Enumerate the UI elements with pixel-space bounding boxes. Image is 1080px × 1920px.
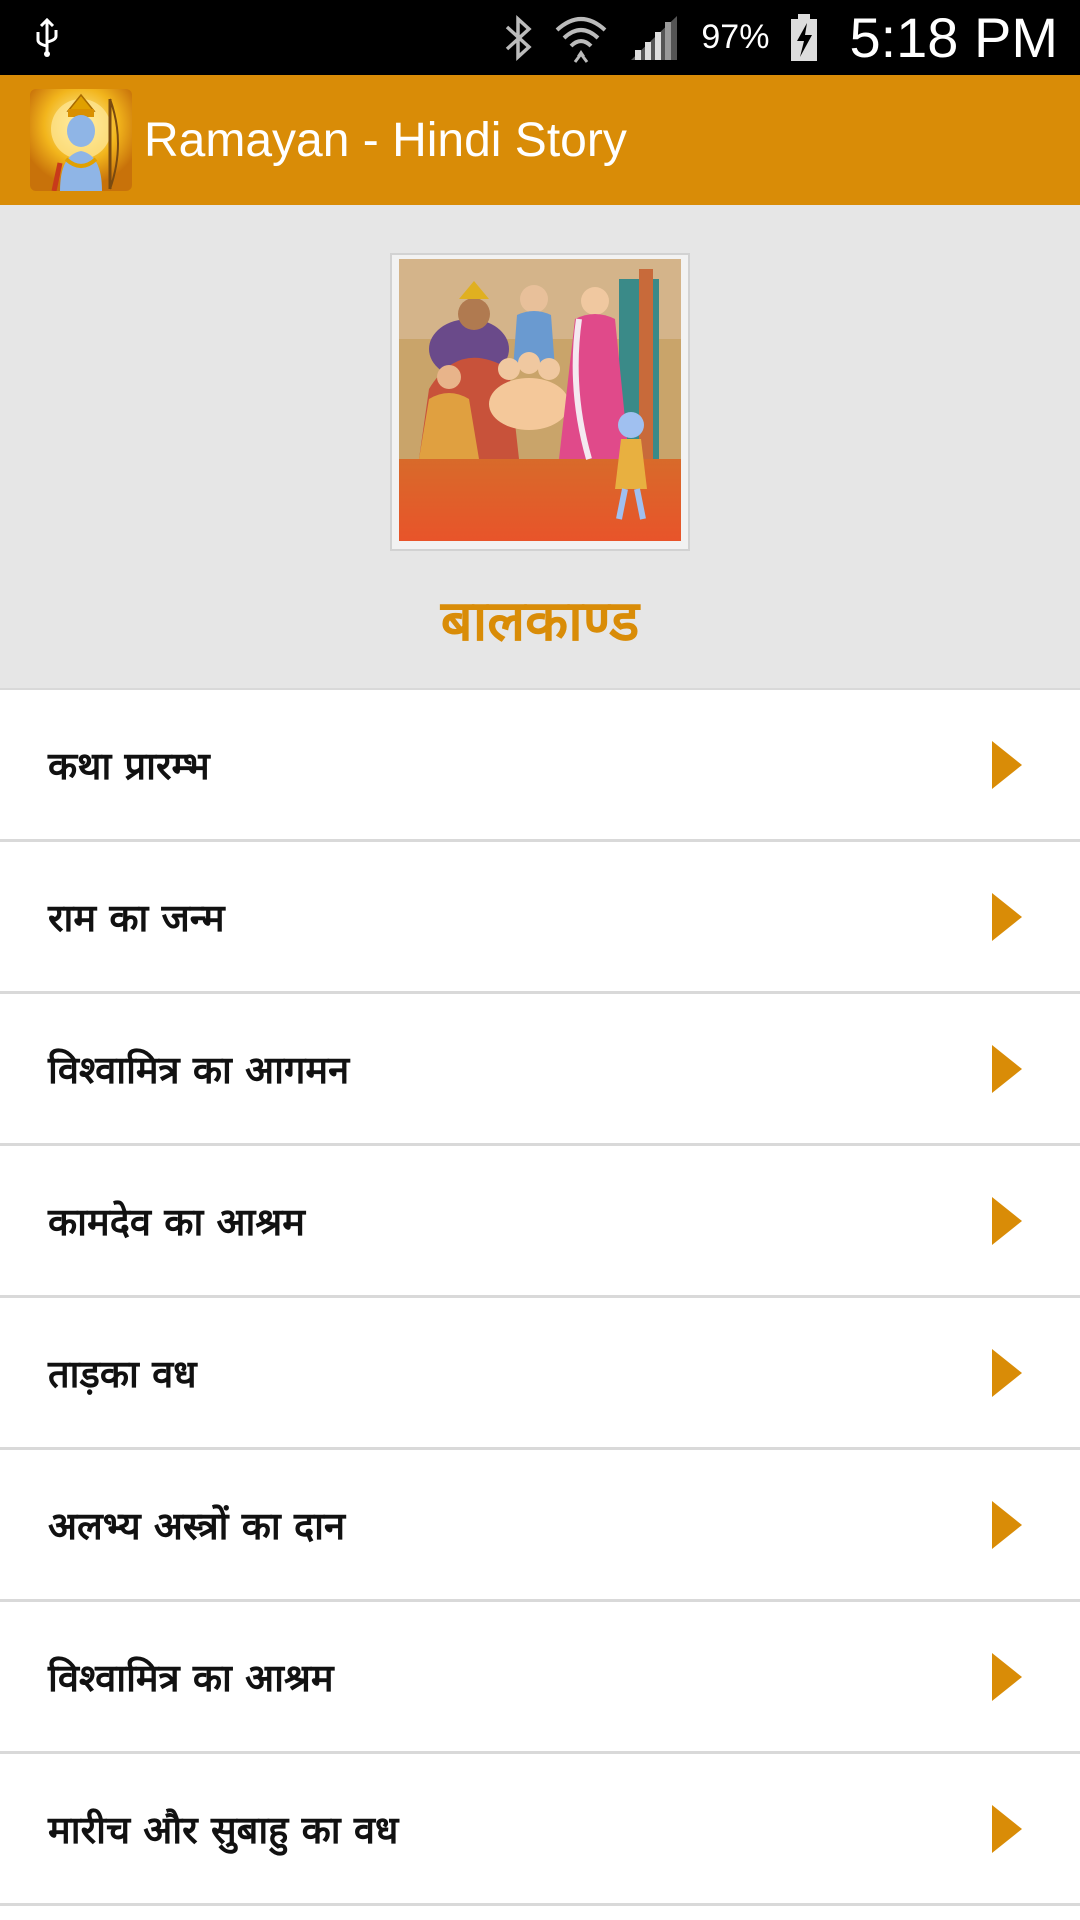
hero-image-frame — [390, 253, 690, 551]
list-item[interactable]: विश्वामित्र का आगमन — [0, 994, 1080, 1146]
chapter-header: बालकाण्ड — [0, 205, 1080, 688]
status-bar: 97% 5:18 PM — [0, 0, 1080, 75]
status-right: 97% 5:18 PM — [503, 5, 1058, 70]
usb-icon — [34, 17, 60, 58]
list-item-label: राम का जन्म — [48, 895, 225, 940]
app-bar: Ramayan - Hindi Story — [0, 75, 1080, 205]
chapter-list: कथा प्रारम्भ राम का जन्म विश्वामित्र का … — [0, 688, 1080, 1906]
clock: 5:18 PM — [849, 6, 1058, 69]
play-arrow-icon — [992, 1348, 1022, 1397]
list-item[interactable]: अलभ्य अस्त्रों का दान — [0, 1450, 1080, 1602]
play-arrow-icon — [992, 1196, 1022, 1245]
play-arrow-icon — [992, 1804, 1022, 1853]
play-arrow-icon — [992, 1652, 1022, 1701]
list-item[interactable]: राम का जन्म — [0, 842, 1080, 994]
list-item-label: कामदेव का आश्रम — [48, 1199, 306, 1244]
play-arrow-icon — [992, 740, 1022, 789]
play-arrow-icon — [992, 892, 1022, 941]
play-arrow-icon — [992, 1044, 1022, 1093]
list-item-label: कथा प्रारम्भ — [48, 743, 210, 788]
app-title: Ramayan - Hindi Story — [144, 113, 627, 167]
list-item[interactable]: मारीच और सुबाहु का वध — [0, 1754, 1080, 1906]
battery-percent: 97% — [701, 18, 770, 56]
wifi-icon — [553, 12, 609, 64]
list-item-label: मारीच और सुबाहु का वध — [48, 1807, 399, 1852]
signal-icon — [629, 14, 681, 62]
list-item[interactable]: कामदेव का आश्रम — [0, 1146, 1080, 1298]
list-item[interactable]: विश्वामित्र का आश्रम — [0, 1602, 1080, 1754]
list-item-label: विश्वामित्र का आश्रम — [48, 1655, 334, 1700]
balkand-painting-image — [399, 259, 681, 545]
play-arrow-icon — [992, 1500, 1022, 1549]
list-item-label: अलभ्य अस्त्रों का दान — [48, 1503, 346, 1548]
status-left — [34, 17, 60, 58]
list-item-label: ताड़का वध — [48, 1351, 197, 1396]
bluetooth-icon — [503, 14, 533, 61]
rama-avatar-icon — [30, 89, 132, 191]
list-item-label: विश्वामित्र का आगमन — [48, 1047, 350, 1092]
chapter-title: बालकाण्ड — [440, 589, 640, 654]
list-item[interactable]: ताड़का वध — [0, 1298, 1080, 1450]
list-item[interactable]: कथा प्रारम्भ — [0, 690, 1080, 842]
battery-charging-icon — [789, 13, 819, 63]
